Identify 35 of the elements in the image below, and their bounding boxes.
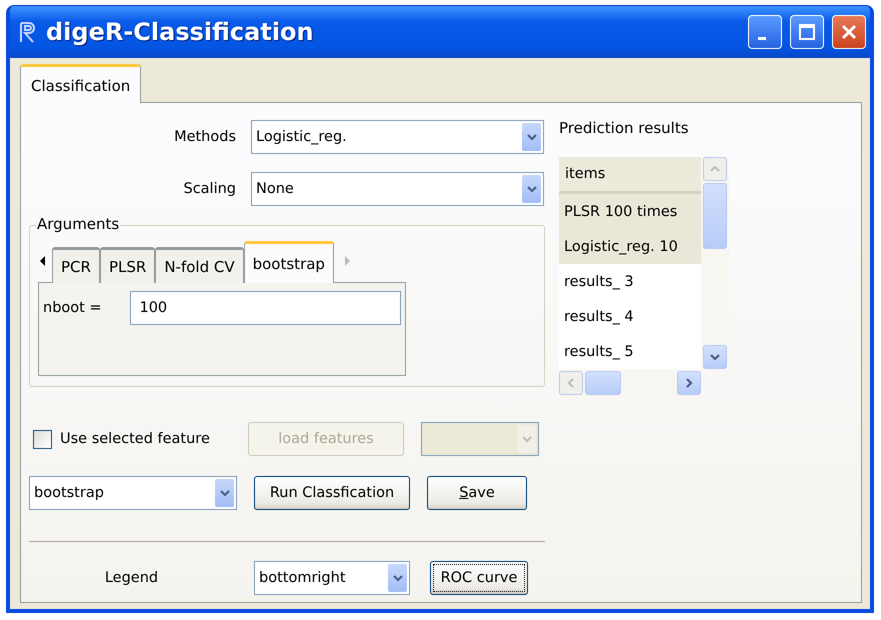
dropdown[interactable]: None [251,172,544,206]
tab[interactable]: N-fold CV [155,247,244,283]
dropdown[interactable]: bootstrap [29,476,237,510]
minimize-button[interactable] [748,15,782,49]
tab[interactable]: Classification [20,64,142,103]
list-item[interactable]: PLSR 100 times [559,194,701,229]
dropdown[interactable]: bottomright [254,561,410,595]
r-logo-icon [18,21,38,43]
section-title: Prediction results [559,119,690,137]
group-title: Arguments [36,215,120,233]
button[interactable]: Save [427,476,527,510]
field-label: nboot = [43,300,103,316]
button[interactable]: Run Classfication [254,476,410,510]
field-label: Methods [173,129,236,145]
tab[interactable]: PLSR [100,247,156,283]
tab[interactable]: PCR [52,247,100,283]
minimize-icon [758,36,766,40]
input-field[interactable]: 100 [130,291,401,325]
scroll-left-icon[interactable] [38,255,48,267]
close-icon [840,23,858,41]
list-item[interactable]: Logistic_reg. 10 [559,229,701,264]
close-button[interactable] [832,15,866,49]
window-title: digeR-Classification [46,18,315,46]
roc-curve-button[interactable]: ROC curve [430,561,528,595]
checkbox[interactable] [33,430,52,448]
column-header: items [559,157,701,194]
field-label: Legend [104,570,160,586]
vertical-scrollbar[interactable] [701,157,729,369]
dropdown[interactable]: Logistic_reg. [251,120,544,154]
field-label: Scaling [182,181,236,197]
tab[interactable]: bootstrap [244,241,334,283]
checkbox-label: Use selected feature [60,431,211,447]
maximize-button[interactable] [790,15,824,49]
maximize-icon [798,23,816,41]
horizontal-scrollbar[interactable] [559,369,701,397]
